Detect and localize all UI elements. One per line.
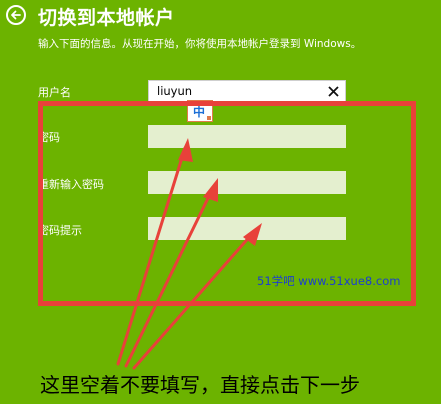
- arrow-to-password-hint: [132, 223, 262, 370]
- arrow-to-confirm-password: [124, 178, 218, 368]
- annotation-caption: 这里空着不要填写，直接点击下一步: [40, 373, 360, 397]
- annotation-arrows: [116, 138, 262, 370]
